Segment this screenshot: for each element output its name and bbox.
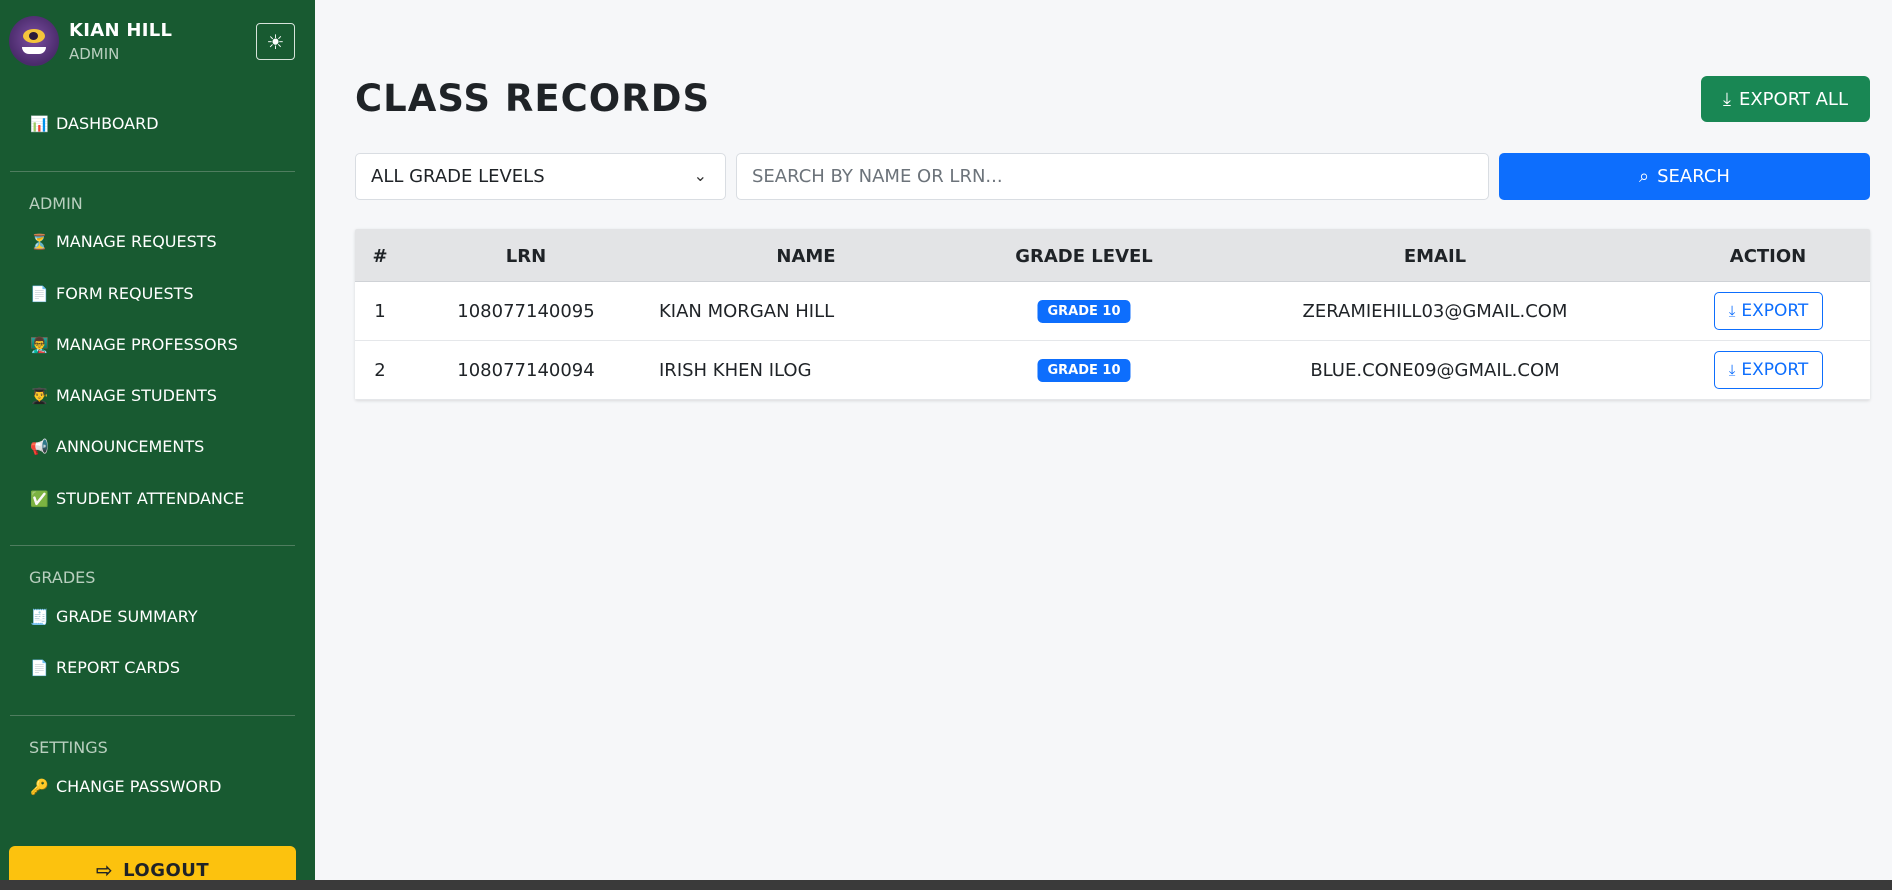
file-download-icon: ⤓ <box>1728 361 1736 379</box>
cell-name: KIAN MORGAN HILL <box>659 301 835 322</box>
avatar <box>9 16 59 66</box>
document-icon: 📄 <box>30 284 49 303</box>
theme-toggle-button[interactable]: ☀ <box>256 23 295 60</box>
sidebar-item-label: GRADE SUMMARY <box>56 607 198 626</box>
sun-icon: ☀ <box>266 29 285 54</box>
export-button[interactable]: ⤓ EXPORT <box>1714 292 1823 330</box>
column-header-email: EMAIL <box>1403 246 1467 267</box>
section-label-grades: GRADES <box>29 568 96 587</box>
cell-lrn: 108077140094 <box>457 360 595 381</box>
search-button[interactable]: ⌕ SEARCH <box>1499 153 1870 200</box>
export-all-button[interactable]: ⤓ EXPORT ALL <box>1701 76 1870 122</box>
student-icon: 👨‍🎓 <box>30 386 49 405</box>
search-icon: ⌕ <box>1639 166 1650 187</box>
search-button-label: SEARCH <box>1657 166 1730 187</box>
sidebar-item-manage-students[interactable]: 👨‍🎓 MANAGE STUDENTS <box>30 386 217 405</box>
chevron-down-icon: ⌄ <box>693 166 707 185</box>
sidebar-item-announcements[interactable]: 📢 ANNOUNCEMENTS <box>30 437 204 456</box>
sidebar-item-manage-requests[interactable]: ⏳ MANAGE REQUESTS <box>30 232 217 251</box>
grade-badge: GRADE 10 <box>1037 300 1131 323</box>
logout-label: LOGOUT <box>123 859 210 881</box>
profile-role: ADMIN <box>69 44 120 63</box>
export-button[interactable]: ⤓ EXPORT <box>1714 351 1823 389</box>
sidebar-item-label: ANNOUNCEMENTS <box>56 437 205 456</box>
column-header-lrn: LRN <box>505 246 547 267</box>
hourglass-icon: ⏳ <box>30 232 49 251</box>
logout-icon: ⇨ <box>95 858 114 882</box>
sidebar-item-label: REPORT CARDS <box>56 658 180 677</box>
table-row: 2 108077140094 IRISH KHEN ILOG GRADE 10 … <box>355 341 1870 400</box>
page-title: CLASS RECORDS <box>355 77 711 120</box>
cell-email: BLUE.CONE09@GMAIL.COM <box>1310 360 1560 381</box>
grade-level-select[interactable]: ALL GRADE LEVELS ⌄ <box>355 153 726 200</box>
export-label: EXPORT <box>1741 360 1809 380</box>
sidebar-item-label: CHANGE PASSWORD <box>56 777 222 796</box>
section-label-admin: ADMIN <box>29 194 83 213</box>
sidebar-item-student-attendance[interactable]: ✅ STUDENT ATTENDANCE <box>30 489 244 508</box>
sidebar-item-label: MANAGE STUDENTS <box>56 386 217 405</box>
sidebar-item-dashboard[interactable]: 📊 DASHBOARD <box>30 114 159 133</box>
key-icon: 🔑 <box>30 777 49 796</box>
divider <box>10 715 295 716</box>
profile-name: KIAN HILL <box>69 19 173 41</box>
teacher-icon: 👨‍🏫 <box>30 335 49 354</box>
profile: KIAN HILL ADMIN <box>9 16 172 66</box>
grade-level-selected: ALL GRADE LEVELS <box>371 166 545 187</box>
sidebar-item-label: DASHBOARD <box>56 114 159 133</box>
sidebar-item-label: MANAGE PROFESSORS <box>56 335 238 354</box>
cell-email: ZERAMIEHILL03@GMAIL.COM <box>1302 301 1568 322</box>
column-header-number: # <box>372 246 388 267</box>
table-row: 1 108077140095 KIAN MORGAN HILL GRADE 10… <box>355 282 1870 341</box>
file-download-icon: ⤓ <box>1723 88 1731 110</box>
table-header: # LRN NAME GRADE LEVEL EMAIL ACTION <box>355 229 1870 282</box>
section-label-settings: SETTINGS <box>29 738 108 757</box>
cell-lrn: 108077140095 <box>457 301 595 322</box>
divider <box>10 171 295 172</box>
document-icon: 📄 <box>30 658 49 677</box>
column-header-grade-level: GRADE LEVEL <box>1015 246 1153 267</box>
search-input[interactable] <box>736 153 1489 200</box>
export-label: EXPORT <box>1741 301 1809 321</box>
sidebar-item-change-password[interactable]: 🔑 CHANGE PASSWORD <box>30 777 221 796</box>
cell-number: 2 <box>374 360 386 381</box>
sidebar-item-label: MANAGE REQUESTS <box>56 232 217 251</box>
column-header-name: NAME <box>776 246 836 267</box>
cell-name: IRISH KHEN ILOG <box>659 360 812 381</box>
check-icon: ✅ <box>30 489 49 508</box>
sidebar-item-report-cards[interactable]: 📄 REPORT CARDS <box>30 658 180 677</box>
sidebar-item-form-requests[interactable]: 📄 FORM REQUESTS <box>30 284 194 303</box>
chart-icon: 📊 <box>30 114 49 133</box>
sidebar-item-label: STUDENT ATTENDANCE <box>56 489 245 508</box>
sidebar-item-label: FORM REQUESTS <box>56 284 194 303</box>
class-records-table: # LRN NAME GRADE LEVEL EMAIL ACTION 1 10… <box>355 229 1870 400</box>
grade-badge: GRADE 10 <box>1037 359 1131 382</box>
divider <box>10 545 295 546</box>
sidebar-item-manage-professors[interactable]: 👨‍🏫 MANAGE PROFESSORS <box>30 335 238 354</box>
receipt-icon: 🧾 <box>30 607 49 626</box>
megaphone-icon: 📢 <box>30 437 49 456</box>
sidebar: KIAN HILL ADMIN ☀ 📊 DASHBOARD ADMIN ⏳ MA… <box>0 0 315 890</box>
sidebar-item-grade-summary[interactable]: 🧾 GRADE SUMMARY <box>30 607 198 626</box>
cell-number: 1 <box>374 301 386 322</box>
export-all-label: EXPORT ALL <box>1738 88 1848 110</box>
column-header-action: ACTION <box>1729 246 1807 267</box>
taskbar-strip <box>0 880 1892 890</box>
file-download-icon: ⤓ <box>1728 302 1736 320</box>
